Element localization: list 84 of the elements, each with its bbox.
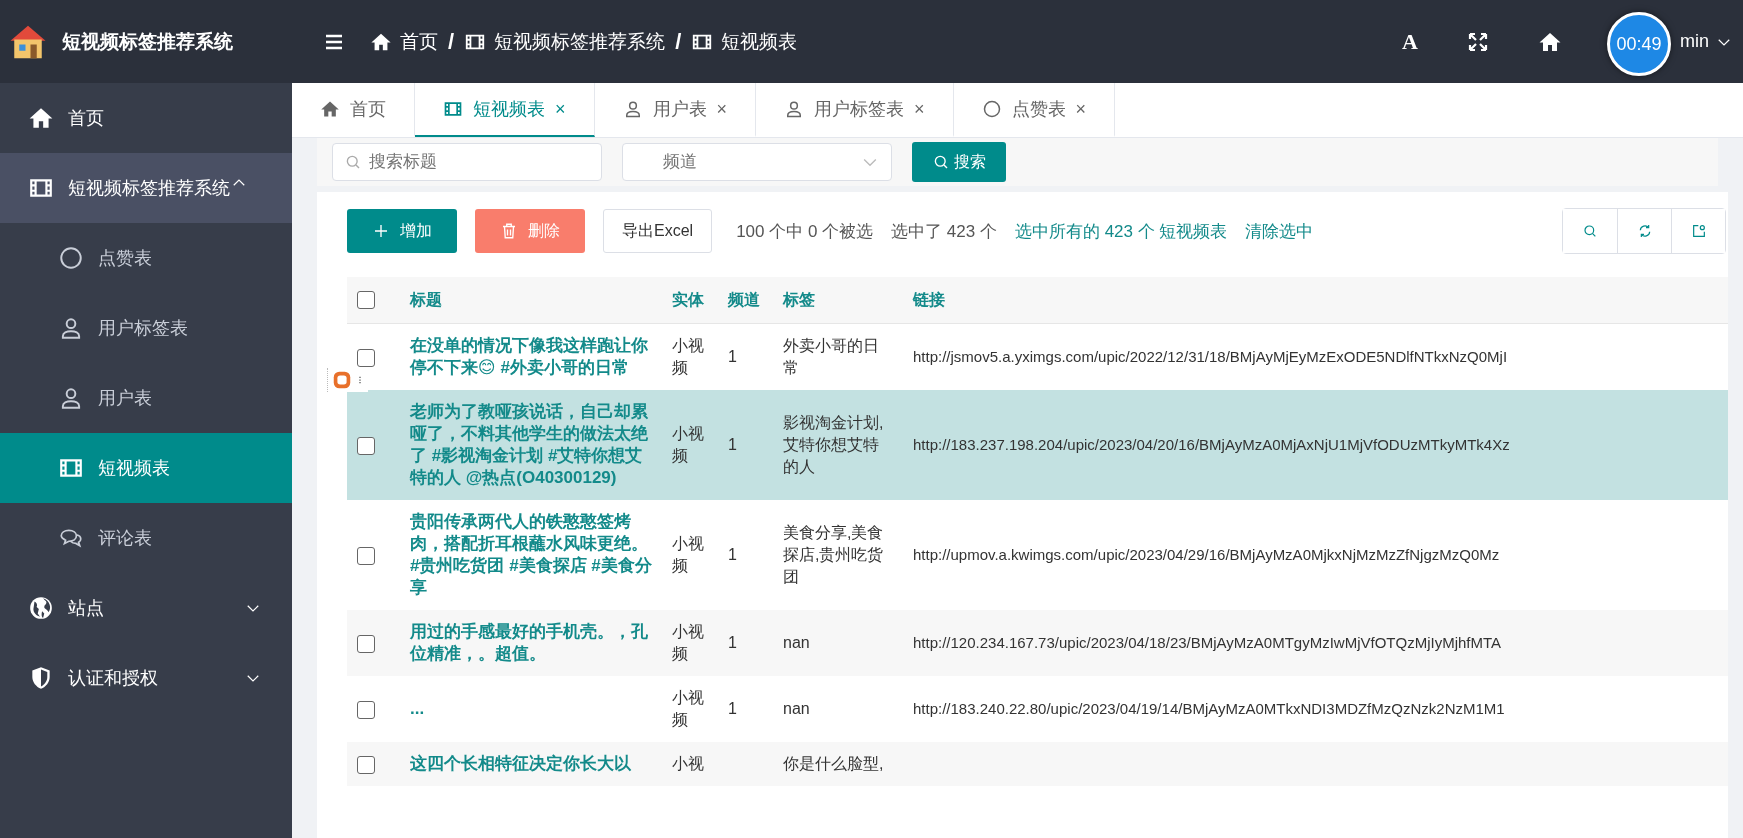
- column-header[interactable]: 标签: [783, 290, 815, 308]
- checkbox[interactable]: [357, 700, 375, 719]
- tab[interactable]: 首页: [292, 83, 415, 137]
- circle-icon: [981, 99, 1002, 119]
- table-cell: http://183.237.198.204/upic/2023/04/20/16/BMjAyMzA0MjAxNjU1MjVfODUzMTkyMTk4Xz: [913, 436, 1510, 453]
- sidebar-item[interactable]: 认证和授权: [0, 643, 292, 713]
- breadcrumb-separator: /: [448, 28, 455, 55]
- table-cell: nan: [783, 700, 810, 717]
- search-icon: [344, 153, 362, 171]
- search-icon: [932, 153, 950, 171]
- tab[interactable]: 点赞表 ×: [953, 83, 1116, 137]
- table-cell: http://183.240.22.80/upic/2023/04/19/14/BMjAyMzA0MTkxNDI3MDZfMzQzNzk2NzM1M1: [913, 700, 1505, 717]
- search-field[interactable]: 搜索标题: [332, 143, 602, 181]
- selection-count: 100 个中 0 个被选: [736, 220, 874, 243]
- table-cell: 小视频: [672, 535, 704, 574]
- select-all-link[interactable]: 选中所有的 423 个 短视频表: [1014, 219, 1228, 243]
- title-link[interactable]: 贵阳传承两代人的铁憨憨签烤肉，搭配折耳根蘸水风味更绝。 #贵州吃货团 #美食探店 #美食分享: [410, 511, 652, 599]
- checkbox[interactable]: [357, 755, 375, 774]
- sidebar-item[interactable]: 站点: [0, 573, 292, 643]
- font-size-button[interactable]: A: [1402, 28, 1418, 55]
- table-row[interactable]: 在没单的情况下像我这样跑让你停不下来😊 #外卖小哥的日常 小视频 1 外卖小哥的日常 http://jsmov5.a.yximgs.com/upic/2022/12/31/18/BMjAyMjEyMzExODE5NDlfNTkxNzQ0MjI: [347, 323, 1728, 390]
- table-cell: 美食分享,美食探店,贵州吃货团: [783, 524, 884, 585]
- table-cell: http://120.234.167.73/upic/2023/04/18/23/BMjAyMzA0MTgyMzIwMjVfOTQzMjIyMjhfMTA: [913, 634, 1502, 651]
- sidebar-item[interactable]: 评论表: [0, 503, 292, 573]
- breadcrumb-link[interactable]: 短视频标签推荐系统: [464, 28, 666, 55]
- table-cell: 1: [728, 546, 737, 563]
- globe-icon: [28, 595, 54, 621]
- table-cell: 1: [728, 634, 737, 651]
- table-cell: 1: [728, 348, 737, 365]
- channel-select[interactable]: 频道: [622, 143, 892, 181]
- checkbox[interactable]: [357, 436, 375, 455]
- close-button[interactable]: ×: [1075, 98, 1087, 120]
- table-cell: 1: [728, 700, 737, 717]
- breadcrumb-separator: /: [675, 28, 682, 55]
- table-cell: 1: [728, 436, 737, 453]
- sidebar-item[interactable]: 点赞表: [0, 223, 292, 293]
- checkbox[interactable]: [357, 291, 375, 310]
- export-button[interactable]: 导出Excel: [603, 209, 713, 253]
- sidebar-item[interactable]: 用户标签表: [0, 293, 292, 363]
- user-menu[interactable]: min: [1680, 31, 1709, 52]
- table-cell: 小视频: [672, 425, 704, 464]
- trash-icon: [500, 222, 518, 240]
- selected-total: 选中了 423 个: [891, 220, 997, 243]
- table-cell: nan: [783, 634, 810, 651]
- sidebar-item[interactable]: 短视频标签推荐系统: [0, 153, 292, 223]
- table-row[interactable]: 贵阳传承两代人的铁憨憨签烤肉，搭配折耳根蘸水风味更绝。 #贵州吃货团 #美食探店 #美食分享 小视频 1 美食分享,美食探店,贵州吃货团 http://upmov.a.kwimgs.com/upic/2023/04/29/16/BMjAyMzA0MjkxNjMzMzZfNjgzMzQ0Mz: [347, 500, 1728, 610]
- clear-selection-link[interactable]: 清除选中: [1245, 219, 1314, 243]
- table-cell: 小视频: [672, 337, 704, 376]
- checkbox[interactable]: [357, 546, 375, 565]
- sidebar-item[interactable]: 首页: [0, 83, 292, 153]
- add-button[interactable]: 增加: [347, 209, 457, 253]
- title-link[interactable]: ...: [410, 698, 652, 720]
- table-cell: 小视频: [672, 689, 704, 728]
- table-cell: http://jsmov5.a.yximgs.com/upic/2022/12/31/18/BMjAyMjEyMzExODE5NDlfNTkxNzQ0MjI: [913, 348, 1508, 365]
- search-button[interactable]: 搜索: [912, 142, 1006, 182]
- column-header[interactable]: 标题: [410, 290, 442, 308]
- table-row[interactable]: ... 小视频 1 nan http://183.240.22.80/upic/2023/04/19/14/BMjAyMzA0MTkxNDI3MDZfMzQzNzk2NzM1M1: [347, 676, 1728, 742]
- close-button[interactable]: ×: [555, 98, 566, 120]
- timer-badge: 00:49: [1607, 12, 1671, 76]
- tab[interactable]: 用户标签表 ×: [756, 83, 954, 137]
- table-cell: 外卖小哥的日常: [783, 337, 879, 376]
- close-button[interactable]: ×: [716, 98, 728, 120]
- sidebar-item[interactable]: 短视频表: [0, 433, 292, 503]
- table-cell: 影视淘金计划,艾特你想艾特的人: [783, 414, 884, 475]
- column-header[interactable]: 链接: [913, 290, 945, 308]
- plus-icon: [372, 222, 390, 240]
- circle-icon: [58, 245, 84, 271]
- table-cell: 小视: [672, 755, 704, 772]
- table-cell: 小视频: [672, 623, 704, 662]
- breadcrumb-link[interactable]: 首页: [370, 28, 438, 55]
- title-link[interactable]: 在没单的情况下像我这样跑让你停不下来😊 #外卖小哥的日常: [410, 335, 652, 379]
- table-cell: 你是什么脸型,: [783, 755, 884, 772]
- table-cell: http://upmov.a.kwimgs.com/upic/2023/04/29/16/BMjAyMzA0MjkxNjMzMzZfNjgzMzQ0Mz: [913, 546, 1500, 563]
- checkbox[interactable]: [357, 348, 375, 367]
- close-button[interactable]: ×: [914, 98, 925, 120]
- checkbox[interactable]: [357, 634, 375, 653]
- home-icon: [320, 99, 340, 119]
- search-icon: [1582, 223, 1598, 239]
- tab[interactable]: 用户表 ×: [594, 83, 757, 137]
- app-title: 短视频标签推荐系统: [62, 29, 233, 54]
- sidebar-item[interactable]: 用户表: [0, 363, 292, 433]
- film-icon: [443, 99, 463, 119]
- breadcrumb-link[interactable]: 短视频表: [691, 28, 798, 55]
- window-icon: [1690, 223, 1707, 239]
